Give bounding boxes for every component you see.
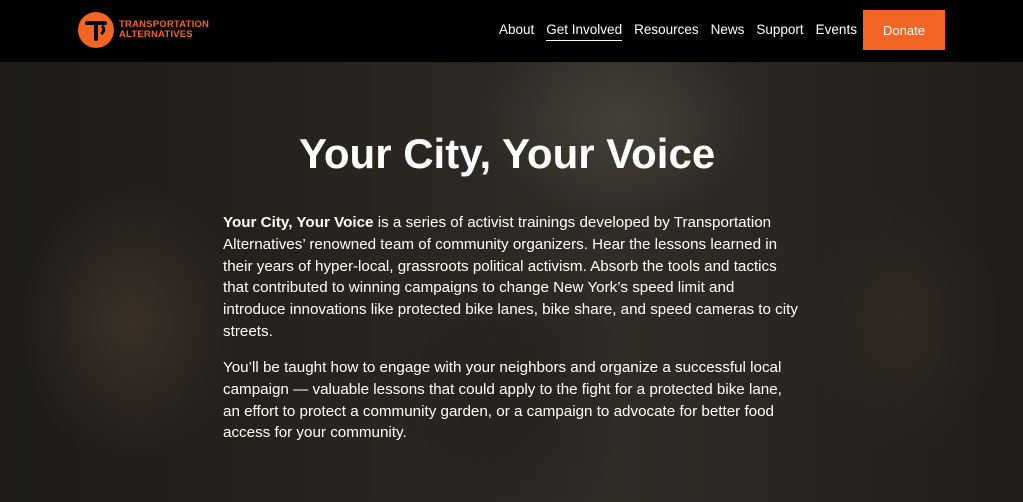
nav-get-involved[interactable]: Get Involved <box>546 22 623 41</box>
nav-about[interactable]: About <box>499 22 534 41</box>
nav-resources[interactable]: Resources <box>634 22 699 41</box>
intro-text: is a series of activist trainings develo… <box>223 214 798 340</box>
nav-news[interactable]: News <box>711 22 745 41</box>
nav-support[interactable]: Support <box>756 22 803 41</box>
logo[interactable]: TRANSPORTATION ALTERNATIVES <box>78 12 209 48</box>
intro-bold: Your City, Your Voice <box>223 214 374 231</box>
logo-icon <box>78 12 114 48</box>
hero-section: Your City, Your Voice Your City, Your Vo… <box>0 62 1023 502</box>
second-paragraph: You’ll be taught how to engage with your… <box>223 359 782 442</box>
donate-button[interactable]: Donate <box>863 10 945 50</box>
logo-line-2: ALTERNATIVES <box>119 29 193 40</box>
main-nav: About Get Involved Resources News Suppor… <box>499 22 869 41</box>
intro-paragraph: Your City, Your Voice is a series of act… <box>223 212 798 343</box>
logo-text: TRANSPORTATION ALTERNATIVES <box>119 20 209 40</box>
site-header: TRANSPORTATION ALTERNATIVES About Get In… <box>0 0 1023 62</box>
page-title: Your City, Your Voice <box>299 130 716 177</box>
nav-events[interactable]: Events <box>816 22 857 41</box>
